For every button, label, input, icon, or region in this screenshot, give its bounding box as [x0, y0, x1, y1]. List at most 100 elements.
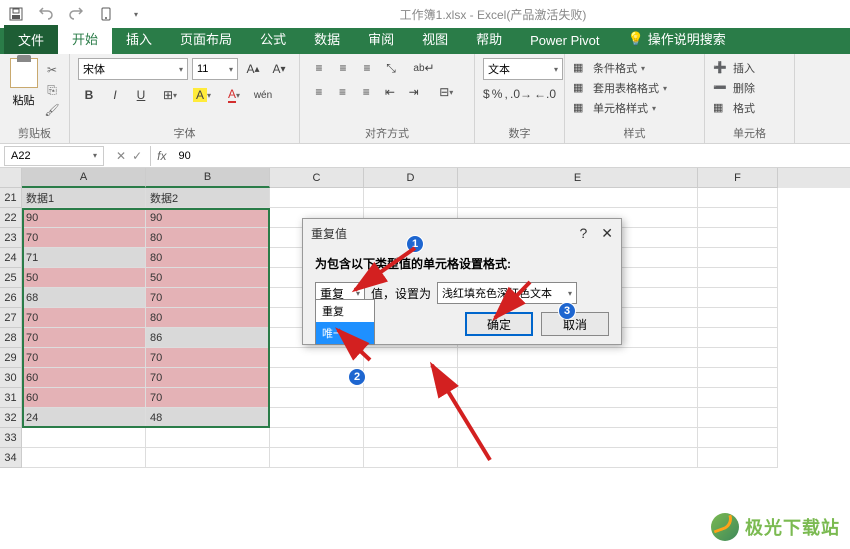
qat-customize-icon[interactable]: ▾ [128, 6, 144, 22]
wrap-text-button[interactable]: ab↵ [404, 58, 444, 78]
dropdown-option-duplicate[interactable]: 重复 [316, 300, 374, 322]
underline-button[interactable]: U [130, 84, 152, 106]
cell-D32[interactable] [364, 408, 458, 428]
tab-home[interactable]: 开始 [58, 23, 112, 54]
conditional-format-button[interactable]: ▦条件格式▾ [573, 58, 696, 78]
tab-layout[interactable]: 页面布局 [166, 23, 246, 54]
cell-E32[interactable] [458, 408, 698, 428]
cell-B30[interactable]: 70 [146, 368, 270, 388]
orientation-icon[interactable]: ⤡ [380, 58, 402, 78]
cancel-formula-icon[interactable]: ✕ [116, 149, 126, 163]
row-header-27[interactable]: 27 [0, 308, 22, 328]
fill-color-button[interactable]: A▾ [188, 84, 216, 106]
cell-F27[interactable] [698, 308, 778, 328]
help-icon[interactable]: ? [579, 225, 587, 242]
align-top-icon[interactable]: ≡ [308, 58, 330, 78]
cell-C34[interactable] [270, 448, 364, 468]
cell-E34[interactable] [458, 448, 698, 468]
cell-D29[interactable] [364, 348, 458, 368]
table-format-button[interactable]: ▦套用表格格式▾ [573, 78, 696, 98]
align-left-icon[interactable]: ≡ [308, 82, 330, 102]
cell-B23[interactable]: 80 [146, 228, 270, 248]
cell-D33[interactable] [364, 428, 458, 448]
row-header-23[interactable]: 23 [0, 228, 22, 248]
align-middle-icon[interactable]: ≡ [332, 58, 354, 78]
currency-icon[interactable]: $ [483, 84, 490, 104]
cell-A23[interactable]: 70 [22, 228, 146, 248]
bold-button[interactable]: B [78, 84, 100, 106]
col-header-E[interactable]: E [458, 168, 698, 188]
cell-A22[interactable]: 90 [22, 208, 146, 228]
undo-icon[interactable] [38, 6, 54, 22]
row-header-25[interactable]: 25 [0, 268, 22, 288]
row-header-28[interactable]: 28 [0, 328, 22, 348]
row-header-32[interactable]: 32 [0, 408, 22, 428]
cell-B28[interactable]: 86 [146, 328, 270, 348]
row-header-34[interactable]: 34 [0, 448, 22, 468]
col-header-A[interactable]: A [22, 168, 146, 188]
format-painter-icon[interactable]: 🖌 [43, 102, 61, 118]
cell-E21[interactable] [458, 188, 698, 208]
cell-E30[interactable] [458, 368, 698, 388]
formula-input[interactable]: 90 [172, 150, 850, 162]
tab-data[interactable]: 数据 [300, 23, 354, 54]
name-box[interactable]: A22▾ [4, 146, 104, 166]
cell-D34[interactable] [364, 448, 458, 468]
tab-help[interactable]: 帮助 [462, 23, 516, 54]
cell-A21[interactable]: 数据1 [22, 188, 146, 208]
ok-button[interactable]: 确定 [465, 312, 533, 336]
fx-icon[interactable]: fx [151, 149, 172, 163]
cut-icon[interactable]: ✂ [43, 62, 61, 78]
cell-F30[interactable] [698, 368, 778, 388]
format-select[interactable]: 浅红填充色深红色文本▾ [437, 282, 577, 304]
cell-F32[interactable] [698, 408, 778, 428]
cell-F21[interactable] [698, 188, 778, 208]
cell-C29[interactable] [270, 348, 364, 368]
align-right-icon[interactable]: ≡ [355, 82, 377, 102]
cell-A32[interactable]: 24 [22, 408, 146, 428]
cell-A27[interactable]: 70 [22, 308, 146, 328]
format-cells-button[interactable]: ▦格式 [713, 98, 786, 118]
cell-E33[interactable] [458, 428, 698, 448]
row-header-33[interactable]: 33 [0, 428, 22, 448]
cell-A30[interactable]: 60 [22, 368, 146, 388]
cell-F33[interactable] [698, 428, 778, 448]
cell-C32[interactable] [270, 408, 364, 428]
col-header-F[interactable]: F [698, 168, 778, 188]
cell-B22[interactable]: 90 [146, 208, 270, 228]
row-header-22[interactable]: 22 [0, 208, 22, 228]
merge-button[interactable]: ⊟▾ [427, 82, 466, 102]
cell-E31[interactable] [458, 388, 698, 408]
cell-B29[interactable]: 70 [146, 348, 270, 368]
cell-B21[interactable]: 数据2 [146, 188, 270, 208]
copy-icon[interactable]: ⎘ [43, 82, 61, 98]
cell-C31[interactable] [270, 388, 364, 408]
decrease-decimal-icon[interactable]: ←.0 [534, 84, 556, 104]
cell-B27[interactable]: 80 [146, 308, 270, 328]
comma-icon[interactable]: , [504, 84, 508, 104]
row-header-24[interactable]: 24 [0, 248, 22, 268]
cell-F22[interactable] [698, 208, 778, 228]
indent-decrease-icon[interactable]: ⇤ [379, 82, 401, 102]
col-header-C[interactable]: C [270, 168, 364, 188]
tab-pivot[interactable]: Power Pivot [516, 27, 613, 54]
cell-D31[interactable] [364, 388, 458, 408]
cancel-button[interactable]: 取消 [541, 312, 609, 336]
col-header-D[interactable]: D [364, 168, 458, 188]
cell-D30[interactable] [364, 368, 458, 388]
cell-F26[interactable] [698, 288, 778, 308]
cell-A34[interactable] [22, 448, 146, 468]
cell-E29[interactable] [458, 348, 698, 368]
increase-font-icon[interactable]: A▴ [242, 58, 264, 80]
cell-C21[interactable] [270, 188, 364, 208]
select-all-corner[interactable] [0, 168, 22, 188]
cell-B33[interactable] [146, 428, 270, 448]
cell-C33[interactable] [270, 428, 364, 448]
align-center-icon[interactable]: ≡ [332, 82, 354, 102]
percent-icon[interactable]: % [492, 84, 503, 104]
cell-F24[interactable] [698, 248, 778, 268]
cell-A26[interactable]: 68 [22, 288, 146, 308]
cell-A33[interactable] [22, 428, 146, 448]
phonetic-button[interactable]: wén [252, 84, 274, 106]
border-button[interactable]: ⊞▾ [156, 84, 184, 106]
